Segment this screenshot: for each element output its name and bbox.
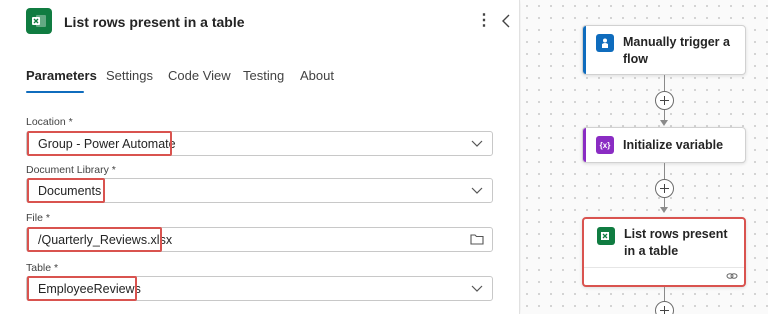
tab-about[interactable]: About xyxy=(300,68,334,83)
table-label: Table * xyxy=(26,262,59,274)
panel-title: List rows present in a table xyxy=(64,14,245,30)
connector-arrow-icon xyxy=(660,207,668,213)
excel-icon xyxy=(597,227,615,245)
document-library-label: Document Library * xyxy=(26,164,116,176)
tab-testing[interactable]: Testing xyxy=(243,68,284,83)
chevron-down-icon xyxy=(471,285,483,292)
chevron-down-icon xyxy=(471,187,483,194)
action-details-panel: List rows present in a table ⋮ Parameter… xyxy=(0,0,520,314)
tab-code-view[interactable]: Code View xyxy=(168,68,231,83)
initialize-variable-label: Initialize variable xyxy=(623,138,724,152)
node-divider xyxy=(584,267,744,268)
connector-line xyxy=(664,75,665,91)
document-library-value: Documents xyxy=(38,184,102,198)
file-value: /Quarterly_Reviews.xlsx xyxy=(38,233,173,247)
collapse-panel-icon[interactable] xyxy=(498,11,514,31)
location-dropdown[interactable]: Group - Power Automate xyxy=(26,131,493,156)
file-input[interactable]: /Quarterly_Reviews.xlsx xyxy=(26,227,493,252)
trigger-node-label: Manually trigger a flow xyxy=(623,35,730,66)
tab-parameters[interactable]: Parameters xyxy=(26,68,97,83)
location-label: Location * xyxy=(26,116,73,128)
file-label: File * xyxy=(26,212,50,224)
add-step-button[interactable] xyxy=(655,301,674,314)
chevron-down-icon xyxy=(471,140,483,147)
location-value: Group - Power Automate xyxy=(38,137,176,151)
active-tab-indicator xyxy=(26,91,84,93)
connector-line xyxy=(664,110,665,120)
panel-header: List rows present in a table ⋮ xyxy=(0,0,520,44)
connector-line xyxy=(664,287,665,301)
hand-trigger-icon xyxy=(596,34,614,52)
list-rows-node[interactable]: List rows present in a table xyxy=(582,217,746,287)
table-value: EmployeeReviews xyxy=(38,282,141,296)
connector-line xyxy=(664,198,665,207)
add-step-button[interactable] xyxy=(655,91,674,110)
trigger-node[interactable]: Manually trigger a flow xyxy=(582,25,746,75)
variable-icon: {x} xyxy=(596,136,614,154)
list-rows-node-label: List rows present in a table xyxy=(624,227,728,258)
initialize-variable-node[interactable]: {x} Initialize variable xyxy=(582,127,746,163)
excel-icon xyxy=(26,8,52,34)
node-accent-bar xyxy=(583,26,586,74)
document-library-dropdown[interactable]: Documents xyxy=(26,178,493,203)
connector-line xyxy=(664,163,665,179)
folder-icon[interactable] xyxy=(470,233,484,245)
add-step-button[interactable] xyxy=(655,179,674,198)
more-options-icon[interactable]: ⋮ xyxy=(476,11,492,31)
tab-settings[interactable]: Settings xyxy=(106,68,153,83)
node-accent-bar xyxy=(583,128,586,162)
table-dropdown[interactable]: EmployeeReviews xyxy=(26,276,493,301)
link-icon xyxy=(726,273,738,279)
connector-arrow-icon xyxy=(660,120,668,126)
